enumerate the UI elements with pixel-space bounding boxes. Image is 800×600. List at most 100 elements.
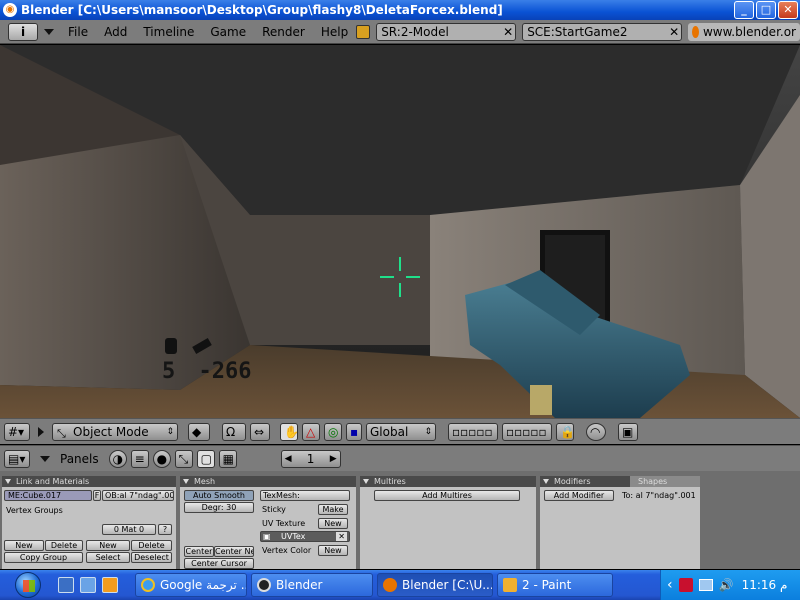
- lock-layer-icon[interactable]: 🔒: [556, 422, 575, 441]
- buttons-window-type-button[interactable]: ▤▾: [4, 449, 30, 468]
- select-material-button[interactable]: Select: [86, 552, 130, 563]
- transform-manipulator-icon[interactable]: ⇔: [250, 422, 270, 441]
- hand-tool-icon[interactable]: ✋: [280, 422, 299, 441]
- collapse-header-icon[interactable]: [40, 455, 50, 462]
- link-materials-panel: Link and Materials ME:Cube.017 F OB:al 7…: [2, 476, 176, 569]
- mode-label: Object Mode: [73, 424, 149, 439]
- orientation-selector[interactable]: Global ⇕: [366, 422, 436, 441]
- tray-expand-icon[interactable]: ‹: [667, 577, 673, 593]
- center-cursor-button[interactable]: Center Cursor: [184, 558, 254, 569]
- copy-group-button[interactable]: Copy Group: [4, 552, 83, 563]
- volume-icon[interactable]: 🔊: [719, 578, 734, 592]
- frame-counter[interactable]: ◀ 1 ▶: [280, 449, 341, 468]
- screen-selector[interactable]: SR:2-Model ✕: [376, 22, 517, 41]
- auto-smooth-toggle[interactable]: Auto Smooth: [184, 490, 254, 501]
- screen-name: SR:2-Model: [381, 24, 449, 39]
- rotate-manipulator-icon[interactable]: ◎: [324, 422, 342, 441]
- layer-buttons-right[interactable]: ▫▫▫▫▫: [502, 422, 552, 441]
- 3d-viewport[interactable]: 5 -266: [0, 45, 800, 418]
- object-name-field[interactable]: OB:al 7"ndag".001: [102, 490, 174, 501]
- taskbar-paint[interactable]: 2 - Paint: [497, 573, 613, 597]
- new-material-button[interactable]: New: [86, 540, 130, 551]
- switch-windows-icon[interactable]: [80, 577, 96, 593]
- delete-material-button[interactable]: Delete: [131, 540, 172, 551]
- network-icon[interactable]: [698, 579, 713, 591]
- new-vertex-group-button[interactable]: New: [4, 540, 44, 551]
- center-button[interactable]: Center: [184, 546, 214, 557]
- draw-type-button[interactable]: ◆: [188, 422, 210, 441]
- camera-render-icon[interactable]: ▣: [618, 422, 638, 441]
- clock-time: 11:16: [741, 578, 777, 592]
- render-icon[interactable]: ◠: [586, 422, 606, 441]
- material-help-button[interactable]: ?: [158, 524, 172, 535]
- remove-uv-icon[interactable]: ✕: [336, 532, 347, 541]
- menu-game[interactable]: Game: [202, 25, 254, 39]
- modifiers-tab[interactable]: Modifiers: [540, 476, 630, 487]
- media-player-icon[interactable]: [102, 577, 118, 593]
- script-context-icon[interactable]: ≡: [130, 449, 149, 468]
- uvtex-layer[interactable]: ▣ UVTex ✕: [260, 531, 350, 542]
- new-uv-texture-button[interactable]: New: [318, 518, 348, 529]
- layer-buttons-left[interactable]: ▫▫▫▫▫: [448, 422, 498, 441]
- close-button[interactable]: ✕: [778, 1, 798, 19]
- multires-header[interactable]: Multires: [360, 476, 536, 487]
- show-desktop-icon[interactable]: [58, 577, 74, 593]
- task-label: Blender [C:\U...: [402, 578, 493, 592]
- logic-context-icon[interactable]: ◑: [108, 449, 127, 468]
- add-multires-button[interactable]: Add Multires: [374, 490, 520, 501]
- center-new-button[interactable]: Center Ne: [214, 546, 254, 557]
- menu-timeline[interactable]: Timeline: [135, 25, 202, 39]
- taskbar-google-translate[interactable]: Google ترجمة ...: [135, 573, 247, 597]
- blender-icon: [257, 578, 271, 592]
- deselect-material-button[interactable]: Deselect: [131, 552, 172, 563]
- window-titlebar: ◉ Blender [C:\Users\mansoor\Desktop\Grou…: [0, 0, 800, 20]
- info-window-type-button[interactable]: i: [8, 22, 38, 41]
- screen-layout-icon[interactable]: [356, 24, 371, 39]
- scene-name: SCE:StartGame2: [527, 24, 628, 39]
- view3d-window-type-button[interactable]: #▾: [4, 422, 30, 441]
- taskbar-blender-console[interactable]: Blender: [251, 573, 373, 597]
- delete-screen-icon[interactable]: ✕: [503, 24, 513, 40]
- fake-user-button[interactable]: F: [93, 490, 101, 501]
- shading-context-icon[interactable]: ●: [152, 449, 171, 468]
- active-uv-icon[interactable]: ▣: [263, 532, 271, 541]
- antivirus-icon[interactable]: [678, 578, 693, 592]
- object-context-icon[interactable]: ⤡: [174, 449, 193, 468]
- scene-selector[interactable]: SCE:StartGame2 ✕: [522, 22, 683, 41]
- scale-manipulator-icon[interactable]: ▪: [346, 422, 362, 441]
- minimize-button[interactable]: _: [734, 1, 754, 19]
- blender-website-link[interactable]: www.blender.or: [688, 22, 800, 41]
- menu-file[interactable]: File: [60, 25, 96, 39]
- clock[interactable]: 11:16 م: [742, 578, 788, 592]
- delete-scene-icon[interactable]: ✕: [669, 24, 679, 40]
- taskbar-blender-main[interactable]: Blender [C:\U...: [377, 573, 493, 597]
- expand-header-icon[interactable]: [38, 426, 44, 437]
- material-index-field[interactable]: 0 Mat 0: [102, 524, 156, 535]
- degr-field[interactable]: Degr: 30: [184, 502, 254, 513]
- maximize-button[interactable]: □: [756, 1, 776, 19]
- delete-vertex-group-button[interactable]: Delete: [45, 540, 83, 551]
- frame-prev-icon[interactable]: ◀: [285, 451, 292, 467]
- menu-render[interactable]: Render: [254, 25, 313, 39]
- buttons-header: ▤▾ Panels ◑ ≡ ● ⤡ ▢ ▦ ◀ 1 ▶: [0, 445, 800, 471]
- texmesh-field[interactable]: TexMesh:: [260, 490, 350, 501]
- editing-context-icon[interactable]: ▢: [196, 449, 215, 468]
- sticky-make-button[interactable]: Make: [318, 504, 348, 515]
- mesh-header[interactable]: Mesh: [180, 476, 356, 487]
- menu-help[interactable]: Help: [313, 25, 356, 39]
- new-vertex-color-button[interactable]: New: [318, 545, 348, 556]
- mode-selector[interactable]: ⤡ Object Mode ⇕: [52, 422, 178, 441]
- start-button[interactable]: [0, 570, 55, 600]
- menu-add[interactable]: Add: [96, 25, 135, 39]
- add-modifier-button[interactable]: Add Modifier: [544, 490, 614, 501]
- mesh-name-field[interactable]: ME:Cube.017: [4, 490, 92, 501]
- translate-manipulator-icon[interactable]: △: [302, 422, 320, 441]
- collapse-menu-icon[interactable]: [44, 28, 54, 35]
- pivot-button[interactable]: Ω: [222, 422, 246, 441]
- link-materials-header[interactable]: Link and Materials: [2, 476, 176, 487]
- frame-next-icon[interactable]: ▶: [330, 451, 337, 467]
- shapes-tab[interactable]: Shapes: [630, 476, 700, 487]
- scene-context-icon[interactable]: ▦: [218, 449, 237, 468]
- task-label: 2 - Paint: [522, 578, 572, 592]
- vertex-color-label: Vertex Color: [262, 546, 312, 555]
